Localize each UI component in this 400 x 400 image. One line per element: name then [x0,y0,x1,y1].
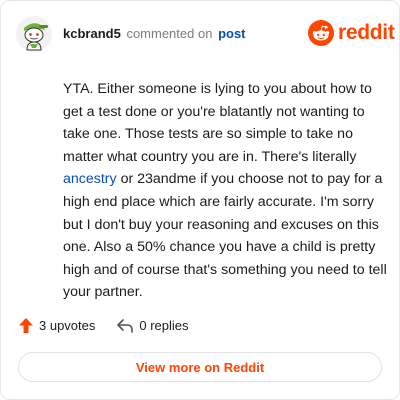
comment-text-part-2: or 23andme if you choose not to pay for … [63,171,387,301]
reply-count: 0 replies [139,318,189,333]
upvote-count: 3 upvotes [39,318,96,333]
reply-stat[interactable]: 0 replies [116,318,189,334]
avatar[interactable] [15,15,53,53]
view-more-button[interactable]: View more on Reddit [18,352,382,382]
reddit-brand[interactable]: reddit [308,20,395,46]
reply-arrow-icon [117,318,134,333]
action-text: commented on [126,26,213,41]
username[interactable]: kcbrand5 [63,26,121,41]
ancestry-link[interactable]: ancestry [63,171,117,187]
comment-stats: 3 upvotes 0 replies [18,317,189,334]
post-link[interactable]: post [218,26,245,41]
brand-wordmark: reddit [338,21,395,44]
reddit-alien-logo-icon [308,20,334,46]
comment-text-part-1: YTA. Either someone is lying to you abou… [63,81,372,165]
comment-meta: kcbrand5 commented on post [63,26,246,42]
comment-card: kcbrand5 commented on post reddit YTA. E… [0,0,400,400]
upvote-arrow-icon [19,318,33,333]
snoo-avatar-icon [16,16,52,52]
upvote-stat[interactable]: 3 upvotes [18,317,95,334]
comment-body: YTA. Either someone is lying to you abou… [63,78,387,304]
